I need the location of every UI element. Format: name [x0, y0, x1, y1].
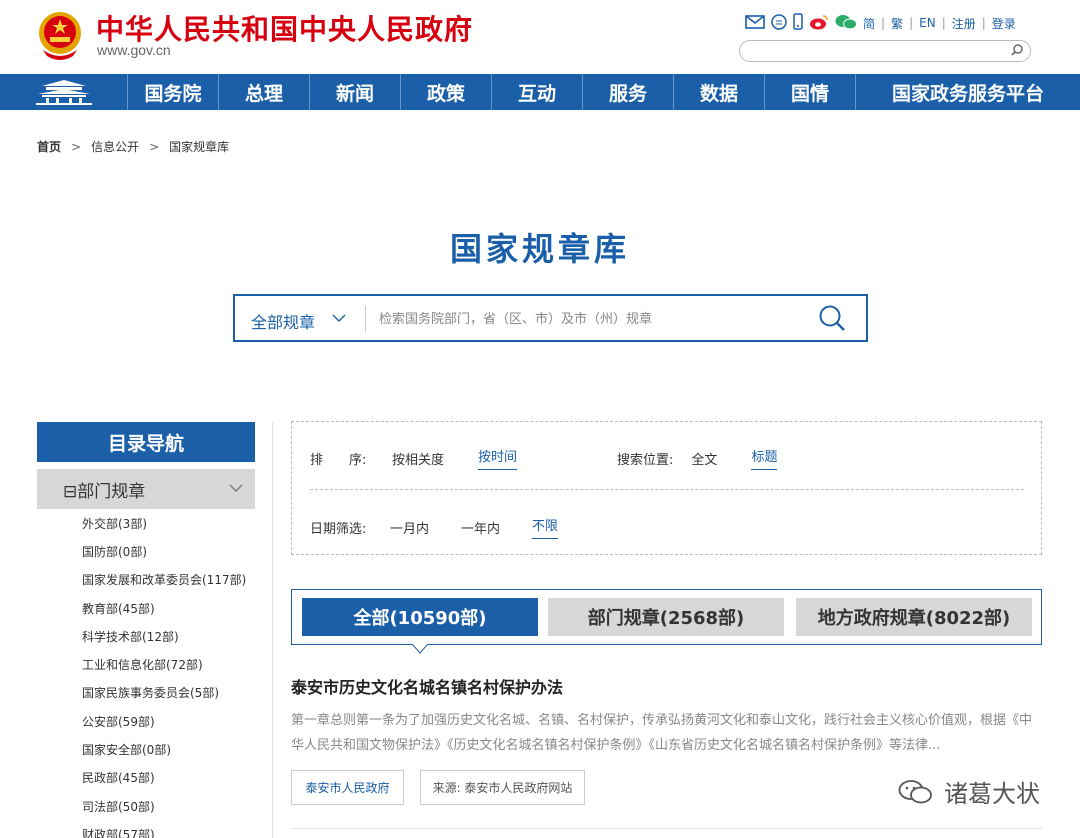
- wechat-icon[interactable]: [835, 14, 857, 33]
- sidebar-heading: 目录导航: [37, 422, 255, 462]
- result-source-tag: 来源: 泰安市人民政府网站: [420, 770, 585, 805]
- filter-panel: 排 序: 按相关度 按时间 搜索位置: 全文 标题 日期筛选: 一月内 一年内 …: [291, 421, 1042, 555]
- position-fulltext-option[interactable]: 全文: [691, 449, 717, 468]
- breadcrumb-info[interactable]: 信息公开: [91, 138, 139, 155]
- watermark: 诸葛大状: [898, 774, 1040, 809]
- sidebar-item[interactable]: 工业和信息化部(72部): [82, 650, 255, 678]
- sort-row: 排 序: 按相关度 按时间 搜索位置: 全文 标题: [310, 446, 778, 470]
- position-title-option[interactable]: 标题: [751, 446, 778, 470]
- site-url[interactable]: www.gov.cn: [97, 42, 171, 58]
- sidebar-item[interactable]: 国家发展和改革委员会(117部): [82, 566, 255, 594]
- nav-home[interactable]: [0, 74, 128, 110]
- site-header: 中华人民共和国中央人民政府 www.gov.cn 简 | 繁 | EN | 注册…: [0, 0, 1080, 74]
- register-link[interactable]: 注册: [952, 15, 976, 32]
- directory-sidebar: 目录导航 ⊟部门规章 外交部(3部) 国防部(0部) 国家发展和改革委员会(11…: [37, 422, 255, 838]
- date-year-option[interactable]: 一年内: [461, 518, 500, 537]
- header-tools: 简 | 繁 | EN | 注册 | 登录: [745, 12, 1016, 34]
- result-title[interactable]: 泰安市历史文化名城名镇名村保护办法: [291, 674, 563, 698]
- sidebar-item[interactable]: 国防部(0部): [82, 537, 255, 565]
- regulation-search-bar: 全部规章: [233, 294, 868, 342]
- sidebar-item[interactable]: 外交部(3部): [82, 509, 255, 537]
- nav-item-zongli[interactable]: 总理: [219, 74, 310, 110]
- nav-item-hudong[interactable]: 互动: [492, 74, 583, 110]
- nav-item-fuwu[interactable]: 服务: [583, 74, 674, 110]
- nav-item-guowuyuan[interactable]: 国务院: [128, 74, 219, 110]
- separator: |: [881, 16, 886, 30]
- sidebar-item[interactable]: 国家安全部(0部): [82, 735, 255, 763]
- watermark-text: 诸葛大状: [944, 780, 1040, 808]
- date-row: 日期筛选: 一月内 一年内 不限: [310, 515, 559, 539]
- position-label: 搜索位置:: [617, 452, 674, 468]
- category-tabs: 全部(10590部) 部门规章(2568部) 地方政府规章(8022部): [291, 589, 1042, 645]
- header-search-input[interactable]: [739, 40, 1031, 62]
- chat-icon[interactable]: [771, 13, 787, 33]
- chevron-right-icon: >: [71, 139, 82, 154]
- date-label: 日期筛选:: [310, 521, 367, 537]
- filter-divider: [310, 489, 1024, 490]
- national-emblem-icon[interactable]: [37, 10, 83, 60]
- sidebar-item[interactable]: 司法部(50部): [82, 792, 255, 820]
- sort-label: 排 序:: [310, 452, 367, 468]
- tab-pointer-icon: [412, 644, 428, 654]
- sidebar-item[interactable]: 国家民族事务委员会(5部): [82, 679, 255, 707]
- breadcrumb-home[interactable]: 首页: [37, 138, 61, 155]
- page-title: 国家规章库: [449, 230, 630, 268]
- sidebar-list: 外交部(3部) 国防部(0部) 国家发展和改革委员会(117部) 教育部(45部…: [37, 509, 255, 838]
- nav-item-service-platform[interactable]: 国家政务服务平台: [856, 74, 1080, 110]
- tab-local-government[interactable]: 地方政府规章(8022部): [796, 598, 1032, 636]
- nav-item-zhengce[interactable]: 政策: [401, 74, 492, 110]
- date-all-option[interactable]: 不限: [532, 515, 559, 539]
- main-nav: 国务院 总理 新闻 政策 互动 服务 数据 国情 国家政务服务平台: [0, 74, 1080, 110]
- search-icon[interactable]: [818, 304, 846, 332]
- result-issuer-tag[interactable]: 泰安市人民政府: [291, 770, 404, 805]
- result-description: 第一章总则第一条为了加强历史文化名城、名镇、名村保护，传承弘扬黄河文化和泰山文化…: [291, 713, 1033, 753]
- sidebar-group-department[interactable]: ⊟部门规章: [37, 469, 255, 509]
- login-link[interactable]: 登录: [992, 15, 1016, 32]
- sort-relevance-option[interactable]: 按相关度: [392, 449, 444, 468]
- lang-english-link[interactable]: EN: [919, 16, 936, 30]
- sidebar-item[interactable]: 财政部(57部): [82, 820, 255, 838]
- chevron-down-icon[interactable]: [331, 310, 347, 326]
- sidebar-item[interactable]: 教育部(45部): [82, 594, 255, 622]
- search-scope-select[interactable]: 全部规章: [251, 309, 315, 333]
- search-icon[interactable]: [1010, 43, 1024, 57]
- tab-department[interactable]: 部门规章(2568部): [548, 598, 784, 636]
- chevron-right-icon: >: [149, 139, 160, 154]
- sidebar-item[interactable]: 民政部(45部): [82, 764, 255, 792]
- result-divider: [291, 828, 1042, 829]
- mail-icon[interactable]: [745, 14, 765, 32]
- separator: |: [981, 16, 986, 30]
- nav-item-xinwen[interactable]: 新闻: [310, 74, 401, 110]
- separator: |: [941, 16, 946, 30]
- breadcrumb-current[interactable]: 国家规章库: [169, 138, 229, 155]
- lang-simplified-link[interactable]: 简: [863, 15, 875, 32]
- nav-item-guoqing[interactable]: 国情: [765, 74, 856, 110]
- wechat-icon: [898, 779, 932, 803]
- tab-all[interactable]: 全部(10590部): [302, 598, 538, 636]
- search-input[interactable]: [379, 308, 799, 330]
- date-month-option[interactable]: 一月内: [390, 518, 429, 537]
- mobile-icon[interactable]: [793, 13, 803, 33]
- chevron-down-icon[interactable]: [229, 483, 243, 493]
- nav-item-shuju[interactable]: 数据: [674, 74, 765, 110]
- separator: |: [909, 16, 914, 30]
- breadcrumb: 首页 > 信息公开 > 国家规章库: [37, 138, 229, 155]
- sort-time-option[interactable]: 按时间: [478, 446, 518, 470]
- divider: [365, 306, 366, 332]
- sidebar-group-label: ⊟部门规章: [63, 481, 146, 502]
- lang-traditional-link[interactable]: 繁: [891, 15, 903, 32]
- sidebar-item[interactable]: 科学技术部(12部): [82, 622, 255, 650]
- sidebar-item[interactable]: 公安部(59部): [82, 707, 255, 735]
- sidebar-divider: [272, 422, 273, 838]
- home-building-icon: [35, 80, 92, 105]
- weibo-icon[interactable]: [809, 14, 829, 33]
